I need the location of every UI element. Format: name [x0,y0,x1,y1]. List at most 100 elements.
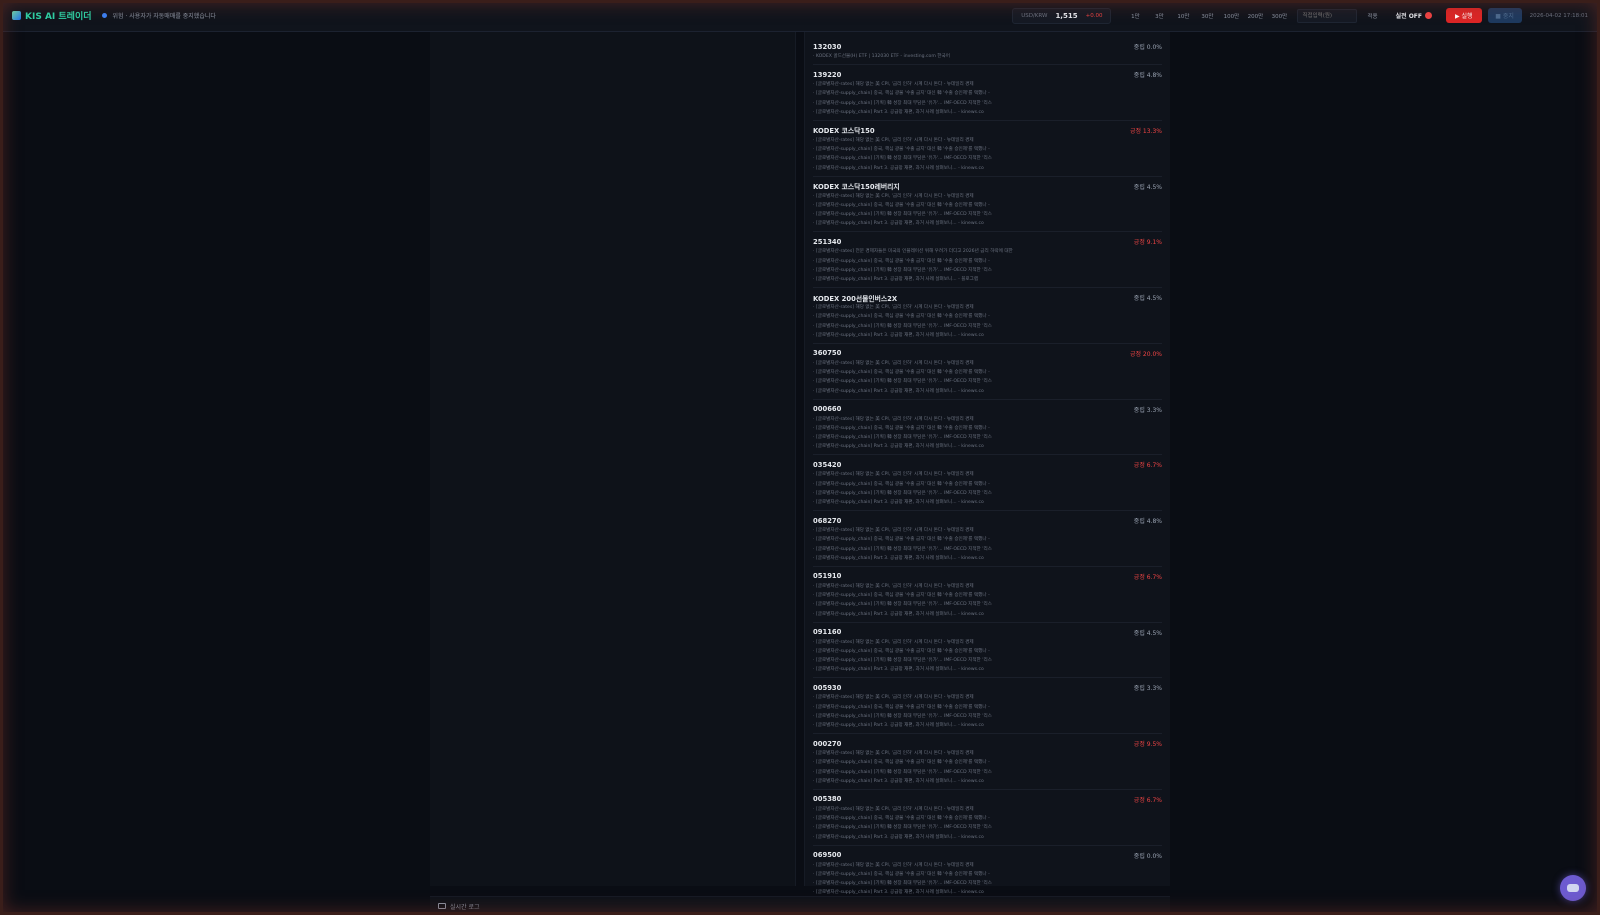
news-headline[interactable]: · [글로벌자산-supply_chain] 중국, 핵심 광물 '수출 금지'… [813,257,1162,266]
news-headline[interactable]: · [글로벌자산-supply_chain] Part 3. 공급망 재편, 과… [813,108,1162,117]
news-headline[interactable]: · [글로벌자산-rates] 해당 없는 美 CPI, '금리 인하' 시계 … [813,861,1162,870]
news-headline[interactable]: · [글로벌자산-rates] 해당 없는 美 CPI, '금리 인하' 시계 … [813,192,1162,201]
stock-news-item[interactable]: 139220 중립 4.8% · [글로벌자산-rates] 해당 없는 美 CPI… [813,66,1162,121]
chatbot-button[interactable] [1560,875,1586,901]
app-logo[interactable]: KIS AI 트레이더 [12,9,92,22]
news-headline[interactable]: · [글로벌자산-supply_chain] 중국, 핵심 광물 '수출 금지'… [813,870,1162,879]
news-headline[interactable]: · [글로벌자산-rates] 해당 없는 美 CPI, '금리 인하' 시계 … [813,470,1162,479]
stock-news-item[interactable]: 069500 중립 0.0% · [글로벌자산-rates] 해당 없는 美 CPI… [813,847,1162,902]
stock-news-item[interactable]: KODEX 200선물인버스2X 중립 4.5% · [글로벌자산-rates] 해… [813,289,1162,344]
news-headline[interactable]: · [글로벌자산-supply_chain] Part 3. 공급망 재편, 과… [813,777,1162,786]
news-headline[interactable]: · [글로벌자산-supply_chain] 중국, 핵심 광물 '수출 금지'… [813,647,1162,656]
news-headline[interactable]: · [글로벌자산-supply_chain] 중국, 핵심 광물 '수출 금지'… [813,368,1162,377]
stock-news-item[interactable]: KODEX 코스닥150레버리지 중립 4.5% · [글로벌자산-rates] 해… [813,178,1162,233]
news-headline[interactable]: · [글로벌자산-supply_chain] 중국, 핵심 광물 '수출 금지'… [813,814,1162,823]
news-headline[interactable]: · [글로벌자산-supply_chain] Part 3. 공급망 재편, 과… [813,833,1162,842]
stock-news-item[interactable]: 000270 긍정 9.5% · [글로벌자산-rates] 해당 없는 美 CPI… [813,735,1162,790]
stock-name: 091160 [813,628,842,637]
news-headline[interactable]: · [글로벌자산-supply_chain] [기획] 韓 성장 최대 부담은 … [813,545,1162,554]
stock-header: 000270 긍정 9.5% [813,738,1162,749]
stock-news-item[interactable]: 035420 긍정 6.7% · [글로벌자산-rates] 해당 없는 美 CPI… [813,456,1162,512]
news-headline[interactable]: · [글로벌자산-supply_chain] 중국, 핵심 광물 '수출 금지'… [813,201,1162,210]
sentiment-badge: 중립 4.8% [1133,72,1162,80]
preset-button[interactable]: 300만 [1267,9,1291,23]
stock-news-item[interactable]: 000660 중립 3.3% · [글로벌자산-rates] 해당 없는 美 CPI… [813,401,1162,456]
stock-news-item[interactable]: 132030 중립 0.0% · KODEX 골드선물(H) ETF | 13203… [813,38,1162,66]
news-headline[interactable]: · [글로벌자산-rates] 해당 없는 美 CPI, '금리 인하' 시계 … [813,415,1162,424]
realtime-log-bar[interactable]: 실시간 로그 [430,896,1170,915]
news-headline[interactable]: · [글로벌자산-supply_chain] [기획] 韓 성장 최대 부담은 … [813,210,1162,219]
news-headline[interactable]: · [글로벌자산-supply_chain] [기획] 韓 성장 최대 부담은 … [813,656,1162,665]
preset-button[interactable]: 1만 [1123,9,1147,23]
preset-button[interactable]: 30만 [1195,9,1219,23]
news-headline[interactable]: · [글로벌자산-supply_chain] Part 3. 공급망 재편, 과… [813,219,1162,228]
monitor-icon [438,903,446,909]
news-headline[interactable]: · [글로벌자산-rates] 해당 없는 美 CPI, '금리 인하' 시계 … [813,526,1162,535]
news-headline[interactable]: · [글로벌자산-supply_chain] Part 3. 공급망 재편, 과… [813,554,1162,563]
live-trading-toggle[interactable]: 실전 OFF [1396,11,1433,20]
news-headline[interactable]: · [글로벌자산-supply_chain] Part 3. 공급망 재편, 과… [813,610,1162,619]
news-headline[interactable]: · [글로벌자산-rates] 해당 없는 美 CPI, '금리 인하' 시계 … [813,638,1162,647]
news-headline[interactable]: · [글로벌자산-supply_chain] [기획] 韓 성장 최대 부담은 … [813,266,1162,275]
news-headline[interactable]: · [글로벌자산-supply_chain] [기획] 韓 성장 최대 부담은 … [813,99,1162,108]
news-headline[interactable]: · [글로벌자산-rates] 해당 없는 美 CPI, '금리 인하' 시계 … [813,136,1162,145]
news-headline[interactable]: · [글로벌자산-supply_chain] 중국, 핵심 광물 '수출 금지'… [813,591,1162,600]
news-headline[interactable]: · [글로벌자산-supply_chain] [기획] 韓 성장 최대 부담은 … [813,154,1162,163]
custom-amount-input[interactable] [1297,8,1358,23]
news-headline[interactable]: · [글로벌자산-supply_chain] 중국, 핵심 광물 '수출 금지'… [813,480,1162,489]
news-headline[interactable]: · [글로벌자산-rates] 해당 없는 美 CPI, '금리 인하' 시계 … [813,582,1162,591]
news-headline[interactable]: · [글로벌자산-rates] 전문 경제자들은 미국의 인플레이션 위해 우려… [813,247,1162,256]
news-headline[interactable]: · [글로벌자산-supply_chain] 중국, 핵심 광물 '수출 금지'… [813,703,1162,712]
news-headline[interactable]: · [글로벌자산-supply_chain] 중국, 핵심 광물 '수출 금지'… [813,312,1162,321]
preset-button[interactable]: 100만 [1219,9,1243,23]
stop-button[interactable]: ■ 중지 [1487,8,1522,23]
news-headline[interactable]: · [글로벌자산-supply_chain] [기획] 韓 성장 최대 부담은 … [813,768,1162,777]
news-headline[interactable]: · [글로벌자산-supply_chain] Part 3. 공급망 재편, 과… [813,721,1162,730]
news-headline[interactable]: · [글로벌자산-rates] 해당 없는 美 CPI, '금리 인하' 시계 … [813,693,1162,702]
news-headline[interactable]: · [글로벌자산-rates] 해당 없는 美 CPI, '금리 인하' 시계 … [813,80,1162,89]
stock-news-item[interactable]: KODEX 코스닥150 긍정 13.3% · [글로벌자산-rates] 해당 없… [813,122,1162,177]
sentiment-badge: 긍정 6.7% [1133,796,1162,804]
news-headline[interactable]: · [글로벌자산-rates] 해당 없는 美 CPI, '금리 인하' 시계 … [813,805,1162,814]
apply-button[interactable]: 적용 [1367,12,1377,20]
stock-news-item[interactable]: 360750 긍정 20.0% · [글로벌자산-rates] 해당 없는 美 CP… [813,345,1162,400]
stock-news-item[interactable]: 068270 중립 4.8% · [글로벌자산-rates] 해당 없는 美 CPI… [813,512,1162,567]
news-headline[interactable]: · [글로벌자산-supply_chain] 중국, 핵심 광물 '수출 금지'… [813,424,1162,433]
news-headline[interactable]: · [글로벌자산-supply_chain] Part 3. 공급망 재편, 과… [813,498,1162,507]
news-sentiment-panel[interactable]: 132030 중립 0.0% · KODEX 골드선물(H) ETF | 13203… [804,32,1170,915]
run-button[interactable]: ▶ 실행 [1446,8,1482,23]
news-headline[interactable]: · [글로벌자산-rates] 해당 없는 美 CPI, '금리 인하' 시계 … [813,749,1162,758]
stock-news-item[interactable]: 091160 중립 4.5% · [글로벌자산-rates] 해당 없는 美 CPI… [813,624,1162,679]
preset-button[interactable]: 200만 [1243,9,1267,23]
news-headline[interactable]: · [글로벌자산-supply_chain] [기획] 韓 성장 최대 부담은 … [813,600,1162,609]
news-headline[interactable]: · [글로벌자산-rates] 해당 없는 美 CPI, '금리 인하' 시계 … [813,359,1162,368]
stock-header: 005930 중립 3.3% [813,682,1162,693]
stock-news-item[interactable]: 051910 긍정 6.7% · [글로벌자산-rates] 해당 없는 美 CPI… [813,568,1162,623]
news-headline[interactable]: · [글로벌자산-supply_chain] Part 3. 공급망 재편, 과… [813,164,1162,173]
news-headline[interactable]: · [글로벌자산-supply_chain] 중국, 핵심 광물 '수출 금지'… [813,758,1162,767]
news-headline[interactable]: · [글로벌자산-supply_chain] Part 3. 공급망 재편, 과… [813,331,1162,340]
news-headline[interactable]: · [글로벌자산-supply_chain] Part 3. 공급망 재편, 과… [813,387,1162,396]
stock-news-item[interactable]: 251340 긍정 9.1% · [글로벌자산-rates] 전문 경제자들은 미국… [813,233,1162,289]
news-headline[interactable]: · KODEX 골드선물(H) ETF | 132030 ETF - inves… [813,52,1162,61]
news-headline[interactable]: · [글로벌자산-supply_chain] [기획] 韓 성장 최대 부담은 … [813,823,1162,832]
news-headline[interactable]: · [글로벌자산-supply_chain] [기획] 韓 성장 최대 부담은 … [813,433,1162,442]
news-headline[interactable]: · [글로벌자산-supply_chain] [기획] 韓 성장 최대 부담은 … [813,879,1162,888]
news-headline[interactable]: · [글로벌자산-supply_chain] [기획] 韓 성장 최대 부담은 … [813,322,1162,331]
news-headline[interactable]: · [글로벌자산-rates] 해당 없는 美 CPI, '금리 인하' 시계 … [813,303,1162,312]
news-headline[interactable]: · [글로벌자산-supply_chain] [기획] 韓 성장 최대 부담은 … [813,712,1162,721]
preset-button[interactable]: 10만 [1171,9,1195,23]
news-headline[interactable]: · [글로벌자산-supply_chain] [기획] 韓 성장 최대 부담은 … [813,489,1162,498]
news-headline[interactable]: · [글로벌자산-supply_chain] 중국, 핵심 광물 '수출 금지'… [813,89,1162,98]
news-headline[interactable]: · [글로벌자산-supply_chain] Part 3. 공급망 재편, 과… [813,275,1162,284]
news-headline[interactable]: · [글로벌자산-supply_chain] [기획] 韓 성장 최대 부담은 … [813,377,1162,386]
stock-news-item[interactable]: 005380 긍정 6.7% · [글로벌자산-rates] 해당 없는 美 CPI… [813,791,1162,846]
preset-button[interactable]: 3만 [1147,9,1171,23]
sentiment-badge: 중립 3.3% [1133,406,1162,414]
sentiment-badge: 중립 0.0% [1133,44,1162,51]
news-headline[interactable]: · [글로벌자산-supply_chain] 중국, 핵심 광물 '수출 금지'… [813,145,1162,154]
news-headline[interactable]: · [글로벌자산-supply_chain] Part 3. 공급망 재편, 과… [813,442,1162,451]
stock-news-item[interactable]: 005930 중립 3.3% · [글로벌자산-rates] 해당 없는 美 CPI… [813,679,1162,735]
news-headline[interactable]: · [글로벌자산-supply_chain] Part 3. 공급망 재편, 과… [813,665,1162,674]
news-headline[interactable]: · [글로벌자산-supply_chain] 중국, 핵심 광물 '수출 금지'… [813,535,1162,544]
